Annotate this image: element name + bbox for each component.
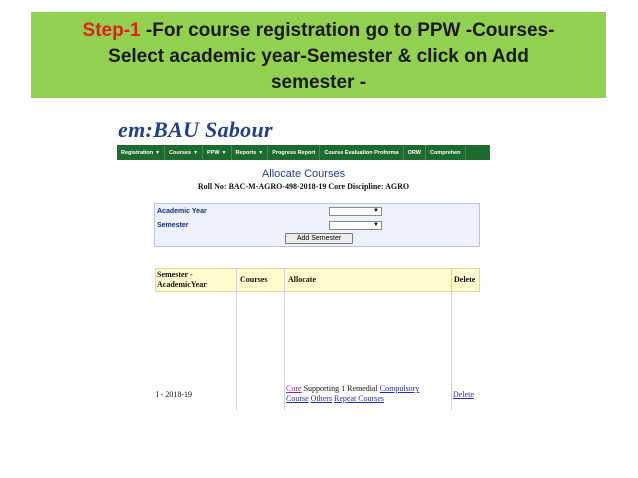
allocation-table: Semester - AcademicYear Courses Allocate… (155, 268, 480, 410)
repeat-courses-link[interactable]: Repeat Courses (334, 394, 384, 403)
main-menu-bar: Registration ▼ Courses ▼ PPW ▼ Reports ▼ Pro… (117, 145, 490, 160)
menu-item-orw[interactable]: ORW (404, 145, 426, 160)
academic-year-label: Academic Year (157, 208, 207, 215)
add-semester-button[interactable]: Add Semester (285, 233, 353, 244)
menu-label: Registration (121, 149, 154, 156)
menu-label: Comprehen (429, 149, 461, 156)
step-instruction-banner: Step-1 -For course registration go to PP… (31, 12, 606, 98)
banner-line-2: Select academic year-Semester & click on… (108, 46, 529, 67)
banner-line-3: semester - (270, 72, 367, 93)
chevron-down-icon: ▼ (221, 149, 227, 156)
semester-label: Semester (157, 222, 189, 229)
menu-item-reports[interactable]: Reports ▼ (232, 145, 269, 160)
delete-link[interactable]: Delete (453, 390, 474, 399)
chevron-down-icon: ▼ (373, 208, 379, 214)
menu-label: Reports (235, 149, 257, 156)
academic-year-select[interactable]: ▼ (329, 207, 382, 216)
app-header-title: em:BAU Sabour (117, 117, 490, 143)
app-screenshot: em:BAU Sabour Registration ▼ Courses ▼ PPW… (117, 117, 490, 410)
column-divider (451, 268, 452, 410)
chevron-down-icon: ▼ (193, 149, 199, 156)
page-title: Allocate Courses (261, 168, 346, 180)
menu-item-registration[interactable]: Registration ▼ (117, 145, 166, 160)
header-courses: Courses (240, 275, 268, 284)
menu-item-progress-report[interactable]: Progress Report (268, 145, 321, 160)
column-divider (236, 268, 237, 410)
compulsory-link[interactable]: Compulsory (380, 384, 420, 393)
header-semester: Semester - AcademicYear (157, 270, 207, 289)
roll-number-line: Roll No: BAC-M-AGRO-498-2018-19 Core Dis… (197, 182, 410, 191)
menu-label: Courses (169, 149, 192, 156)
banner-line-1-text: -For course registration go to PPW -Cour… (140, 20, 555, 41)
chevron-down-icon: ▼ (155, 149, 161, 156)
menu-label: Course Evaluation Proforma (324, 149, 399, 156)
allocate-links: Core Supporting 1 Remedial Compulsory Co… (286, 384, 451, 404)
table-header: Semester - AcademicYear Courses Allocate… (155, 268, 480, 292)
menu-label: PPW (207, 149, 220, 156)
core-link[interactable]: Core (286, 384, 302, 393)
supporting-remedial-text: Supporting 1 Remedial (301, 384, 380, 393)
chevron-down-icon: ▼ (258, 149, 264, 156)
menu-item-course-evaluation[interactable]: Course Evaluation Proforma (320, 145, 404, 160)
step-label: Step-1 (82, 20, 141, 41)
menu-label: ORW (407, 149, 421, 156)
menu-item-courses[interactable]: Courses ▼ (165, 145, 204, 160)
header-delete: Delete (454, 275, 476, 284)
menu-item-ppw[interactable]: PPW ▼ (203, 145, 232, 160)
semester-selection-form: Academic Year ▼ Semester ▼ Add Semester (154, 203, 480, 247)
chevron-down-icon: ▼ (373, 222, 379, 228)
semester-select[interactable]: ▼ (329, 221, 382, 230)
banner-line-1: Step-1 -For course registration go to PP… (31, 18, 606, 44)
course-link[interactable]: Course (286, 394, 309, 403)
row-semester-value: I - 2018-19 (156, 390, 192, 399)
menu-label: Progress Report (272, 149, 316, 156)
column-divider (284, 268, 285, 410)
header-allocate: Allocate (288, 275, 316, 284)
menu-item-comprehensive[interactable]: Comprehen (426, 145, 466, 160)
others-link[interactable]: Others (311, 394, 332, 403)
